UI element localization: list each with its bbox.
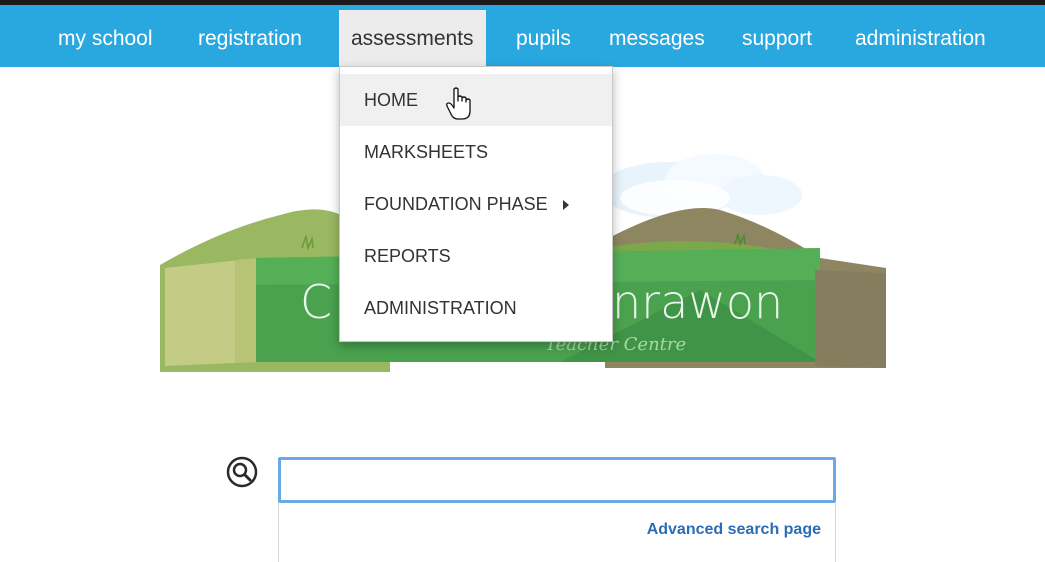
nav-registration[interactable]: registration: [194, 10, 306, 68]
search-input[interactable]: [278, 457, 836, 503]
nav-my-school[interactable]: my school: [54, 10, 157, 68]
search-panel: Advanced search page: [278, 503, 836, 562]
menu-item-home-label: HOME: [364, 90, 418, 110]
main-nav: my school registration assessments pupil…: [0, 5, 1045, 68]
menu-item-marksheets[interactable]: MARKSHEETS: [340, 126, 612, 178]
banner-title-right: nrawon: [612, 275, 783, 329]
menu-item-foundation-phase-label: FOUNDATION PHASE: [364, 194, 548, 214]
nav-assessments[interactable]: assessments: [339, 10, 486, 68]
advanced-search-link[interactable]: Advanced search page: [647, 521, 821, 539]
search-icon: [226, 456, 258, 488]
hand-cursor-icon: [446, 87, 471, 120]
menu-item-foundation-phase[interactable]: FOUNDATION PHASE: [340, 178, 612, 230]
nav-support[interactable]: support: [738, 10, 816, 68]
menu-item-administration[interactable]: ADMINISTRATION: [340, 282, 612, 334]
nav-administration[interactable]: administration: [851, 10, 990, 68]
submenu-arrow-icon: [562, 200, 569, 211]
menu-item-reports[interactable]: REPORTS: [340, 230, 612, 282]
assessments-dropdown: HOME MARKSHEETS FOUNDATION PHASE REPORTS…: [339, 66, 613, 342]
menu-item-administration-label: ADMINISTRATION: [364, 298, 517, 318]
right-panel: [815, 270, 886, 368]
banner-title-left: C: [300, 275, 332, 329]
menu-item-home[interactable]: HOME: [340, 74, 612, 126]
nav-messages[interactable]: messages: [605, 10, 709, 68]
nav-pupils[interactable]: pupils: [512, 10, 575, 68]
menu-item-reports-label: REPORTS: [364, 246, 451, 266]
menu-item-marksheets-label: MARKSHEETS: [364, 142, 489, 162]
